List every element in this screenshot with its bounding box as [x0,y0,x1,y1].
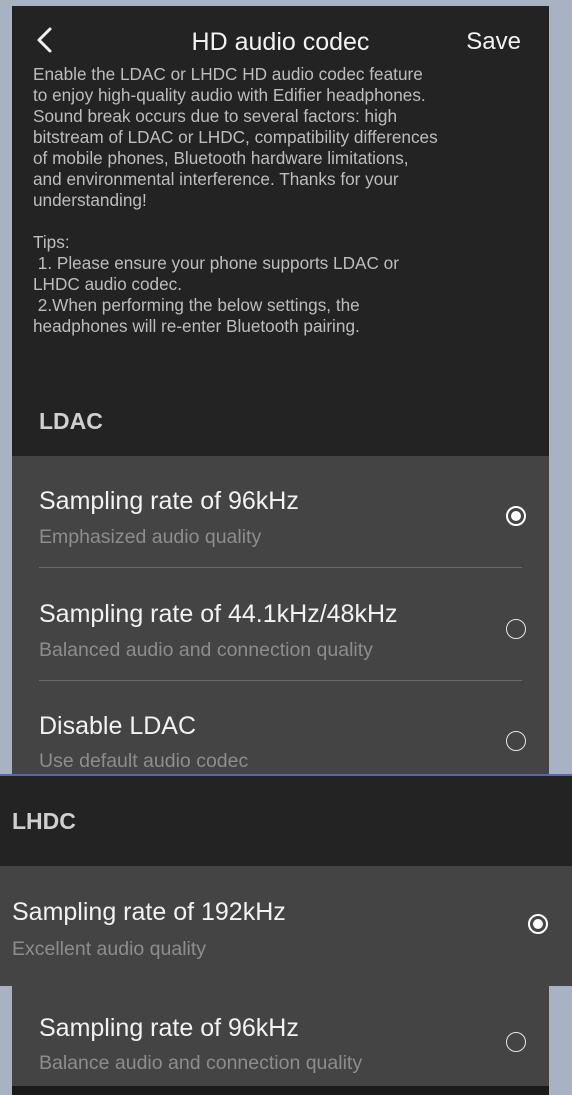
tips-line: 2.When performing the below settings, th… [33,295,360,315]
description-line: bitstream of LDAC or LHDC, compatibility… [33,127,438,147]
ldac-option-96khz[interactable]: Sampling rate of 96kHz Emphasized audio … [12,456,549,569]
divider [39,567,522,568]
lhdc-section-label: LHDC [12,808,76,834]
description-line: to enjoy high-quality audio with Edifier… [33,85,426,105]
bottom-edge [12,1086,549,1095]
description-line: of mobile phones, Bluetooth hardware lim… [33,148,409,168]
top-bar: HD audio codec Save [12,6,549,72]
tips-line: Tips: [33,232,70,252]
option-subtitle: Balance audio and connection quality [39,1052,363,1074]
ldac-options-card: Sampling rate of 96kHz Emphasized audio … [12,456,549,776]
ldac-section-label: LDAC [39,408,103,434]
description-line: and environmental interference. Thanks f… [33,169,399,189]
lhdc-option-96khz[interactable]: Sampling rate of 96kHz Balance audio and… [12,986,549,1086]
option-title: Sampling rate of 96kHz [39,487,299,515]
option-subtitle: Emphasized audio quality [39,526,262,548]
divider [39,680,522,681]
tips-line: LHDC audio codec. [33,274,183,294]
option-title: Disable LDAC [39,712,197,740]
save-button[interactable]: Save [466,28,521,56]
radio-unselected-icon[interactable] [506,619,526,639]
radio-unselected-icon[interactable] [506,1032,526,1052]
description-text: Enable the LDAC or LHDC HD audio codec f… [33,64,543,337]
description-line: Enable the LDAC or LHDC HD audio codec f… [33,64,423,84]
option-title: Sampling rate of 192kHz [12,898,286,926]
option-title: Sampling rate of 44.1kHz/48kHz [39,600,398,628]
radio-selected-icon[interactable] [528,914,548,934]
option-subtitle: Excellent audio quality [12,938,207,960]
lhdc-option-192khz[interactable]: Sampling rate of 192kHz Excellent audio … [0,866,572,986]
lhdc-options-card-lower: Sampling rate of 96kHz Balance audio and… [12,986,549,1095]
option-title: Sampling rate of 96kHz [39,1014,299,1042]
option-subtitle: Use default audio codec [39,750,249,772]
option-subtitle: Balanced audio and connection quality [39,639,373,661]
description-line: understanding! [33,190,147,210]
tips-line: headphones will re-enter Bluetooth pairi… [33,316,360,336]
tips-line: 1. Please ensure your phone supports LDA… [33,253,399,273]
ldac-option-disable[interactable]: Disable LDAC Use default audio codec [12,682,549,776]
radio-selected-icon[interactable] [506,506,526,526]
ldac-option-44khz[interactable]: Sampling rate of 44.1kHz/48kHz Balanced … [12,569,549,681]
description-line: Sound break occurs due to several factor… [33,106,398,126]
radio-unselected-icon[interactable] [506,731,526,751]
lhdc-highlight-panel: LHDC Sampling rate of 192kHz Excellent a… [0,774,572,986]
